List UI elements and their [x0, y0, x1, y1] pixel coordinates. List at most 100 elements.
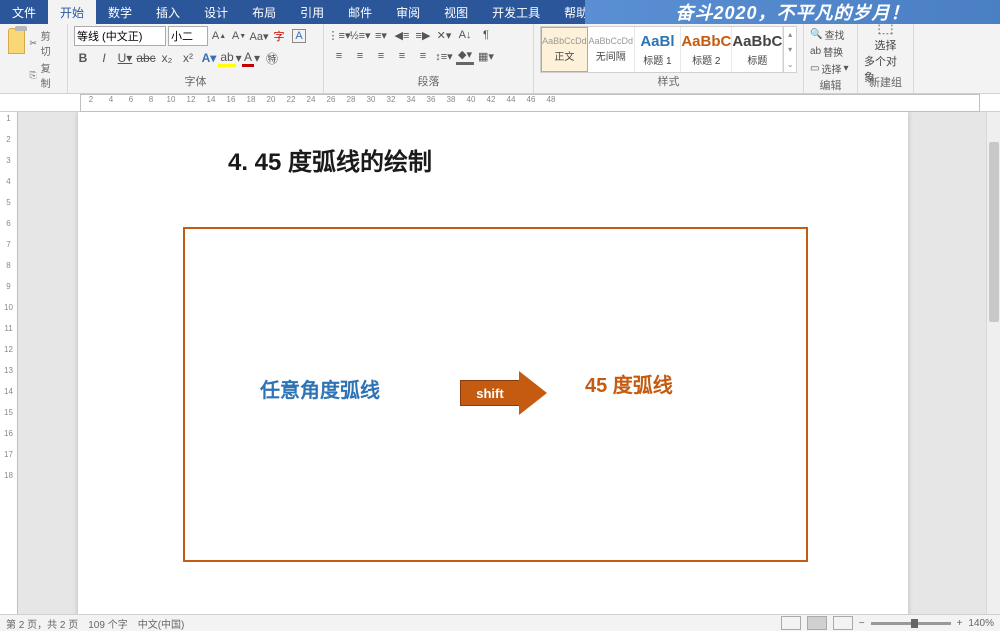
phonetic-guide-button[interactable]: 字	[270, 27, 288, 45]
view-print-button[interactable]	[807, 616, 827, 630]
menu-developer[interactable]: 开发工具	[480, 0, 552, 24]
style-name: 标题	[747, 52, 767, 67]
vertical-ruler[interactable]: 123456789101112131415161718	[0, 112, 18, 614]
style-name: 标题 2	[692, 52, 720, 67]
shrink-font-button[interactable]: A▼	[230, 27, 248, 45]
styles-more-button[interactable]: ▴▾⌄	[783, 27, 796, 72]
borders-button[interactable]: ▦▾	[477, 47, 495, 65]
menu-math[interactable]: 数学	[96, 0, 144, 24]
status-page[interactable]: 第 2 页，共 2 页	[6, 616, 78, 631]
menu-references[interactable]: 引用	[288, 0, 336, 24]
justify-button[interactable]: ≡	[393, 47, 411, 65]
styles-gallery[interactable]: AaBbCcDd 正文 AaBbCcDd 无间隔 AaBl 标题 1 AaBbC…	[540, 26, 797, 73]
view-read-button[interactable]	[781, 616, 801, 630]
view-web-button[interactable]	[833, 616, 853, 630]
enclose-char-button[interactable]: ㊕	[263, 49, 281, 67]
italic-button[interactable]: I	[95, 49, 113, 67]
document-page[interactable]: 4. 45 度弧线的绘制 任意角度弧线 shift 45 度弧线	[78, 112, 908, 614]
text-45-degree[interactable]: 45 度弧线	[585, 369, 673, 398]
menu-review[interactable]: 审阅	[384, 0, 432, 24]
menu-insert[interactable]: 插入	[144, 0, 192, 24]
align-right-button[interactable]: ≡	[372, 47, 390, 65]
page-container: 4. 45 度弧线的绘制 任意角度弧线 shift 45 度弧线	[18, 112, 1000, 614]
strikethrough-button[interactable]: abc	[137, 49, 155, 67]
editing-group-label: 编辑	[810, 77, 851, 95]
styles-group-label: 样式	[540, 73, 797, 91]
menu-design[interactable]: 设计	[192, 0, 240, 24]
arrow-shape[interactable]: shift	[460, 371, 547, 415]
copy-button[interactable]: 复制	[29, 60, 59, 90]
font-family-select[interactable]	[74, 26, 166, 46]
clear-formatting-button[interactable]: A	[290, 27, 308, 45]
copy-icon	[29, 70, 38, 80]
bullets-button[interactable]: ⋮≡▾	[330, 26, 348, 44]
style-preview: AaBbC	[681, 33, 731, 50]
line-spacing-button[interactable]: ↕≡▾	[435, 47, 453, 65]
grow-font-button[interactable]: A▲	[210, 27, 228, 45]
style-preview: AaBl	[640, 33, 674, 50]
horizontal-ruler[interactable]: 2468101214161820222426283032343638404244…	[80, 94, 980, 112]
scrollbar-thumb[interactable]	[989, 142, 999, 322]
text-any-angle[interactable]: 任意角度弧线	[260, 374, 380, 403]
font-size-select[interactable]	[168, 26, 208, 46]
sort-button[interactable]: A↓	[456, 26, 474, 44]
style-preview: AaBbCcDd	[542, 36, 587, 46]
subscript-button[interactable]: x₂	[158, 49, 176, 67]
asian-layout-button[interactable]: ✕▾	[435, 26, 453, 44]
menu-layout[interactable]: 布局	[240, 0, 288, 24]
show-marks-button[interactable]: ¶	[477, 26, 495, 44]
select-multiple-button[interactable]: ⬚ 选择 多个对象	[864, 26, 907, 74]
style-title[interactable]: AaBbC 标题	[732, 27, 783, 72]
zoom-in-button[interactable]: +	[957, 618, 963, 629]
align-left-button[interactable]: ≡	[330, 47, 348, 65]
content-box[interactable]: 任意角度弧线 shift 45 度弧线	[183, 227, 808, 562]
ribbon-group-newgroup: ⬚ 选择 多个对象 新建组	[858, 24, 914, 93]
select-button[interactable]: ▭选择▾	[810, 60, 851, 77]
highlight-button[interactable]: ab▾	[221, 49, 239, 67]
text-effects-button[interactable]: A▾	[200, 49, 218, 67]
multilevel-button[interactable]: ≡▾	[372, 26, 390, 44]
style-nospacing[interactable]: AaBbCcDd 无间隔	[588, 27, 635, 72]
distribute-button[interactable]: ≡	[414, 47, 432, 65]
zoom-slider[interactable]	[871, 622, 951, 625]
align-center-button[interactable]: ≡	[351, 47, 369, 65]
banner-overlay: 奋斗2020，不平凡的岁月！	[585, 0, 1000, 24]
menu-home[interactable]: 开始	[48, 0, 96, 24]
status-lang[interactable]: 中文(中国)	[138, 616, 185, 631]
bold-button[interactable]: B	[74, 49, 92, 67]
style-heading2[interactable]: AaBbC 标题 2	[681, 27, 732, 72]
shading-button[interactable]: ◆▾	[456, 47, 474, 65]
select-icon: ▭	[810, 63, 819, 74]
style-heading1[interactable]: AaBl 标题 1	[635, 27, 682, 72]
replace-label: 替换	[823, 44, 843, 59]
menu-mailings[interactable]: 邮件	[336, 0, 384, 24]
zoom-thumb[interactable]	[911, 619, 918, 628]
cut-label: 剪切	[41, 28, 59, 58]
numbering-button[interactable]: ½≡▾	[351, 26, 369, 44]
menu-view[interactable]: 视图	[432, 0, 480, 24]
style-normal[interactable]: AaBbCcDd 正文	[541, 27, 588, 72]
underline-button[interactable]: U▾	[116, 49, 134, 67]
select-multi-label1: 选择	[875, 37, 897, 53]
increase-indent-button[interactable]: ≡▶	[414, 26, 432, 44]
decrease-indent-button[interactable]: ◀≡	[393, 26, 411, 44]
zoom-level[interactable]: 140%	[968, 618, 994, 629]
menu-file[interactable]: 文件	[0, 0, 48, 24]
document-heading[interactable]: 4. 45 度弧线的绘制	[228, 142, 848, 177]
ribbon-group-paragraph: ⋮≡▾ ½≡▾ ≡▾ ◀≡ ≡▶ ✕▾ A↓ ¶ ≡ ≡ ≡ ≡ ≡ ↕≡▾ ◆…	[324, 24, 534, 93]
zoom-out-button[interactable]: −	[859, 618, 865, 629]
find-button[interactable]: 🔍查找	[810, 26, 851, 43]
replace-button[interactable]: ab替换	[810, 43, 851, 60]
style-preview: AaBbC	[732, 33, 782, 50]
cut-button[interactable]: 剪切	[29, 28, 59, 58]
status-words[interactable]: 109 个字	[88, 616, 127, 631]
find-icon: 🔍	[810, 29, 822, 40]
ribbon-group-clipboard: 剪切 复制 格式刷 粘贴 剪贴板	[0, 24, 68, 93]
style-preview: AaBbCcDd	[588, 36, 633, 46]
ribbon-group-styles: AaBbCcDd 正文 AaBbCcDd 无间隔 AaBl 标题 1 AaBbC…	[534, 24, 804, 93]
vertical-scrollbar[interactable]	[986, 112, 1000, 614]
replace-icon: ab	[810, 46, 821, 57]
font-color-button[interactable]: A▾	[242, 49, 260, 67]
superscript-button[interactable]: x²	[179, 49, 197, 67]
change-case-button[interactable]: Aa▾	[250, 27, 268, 45]
